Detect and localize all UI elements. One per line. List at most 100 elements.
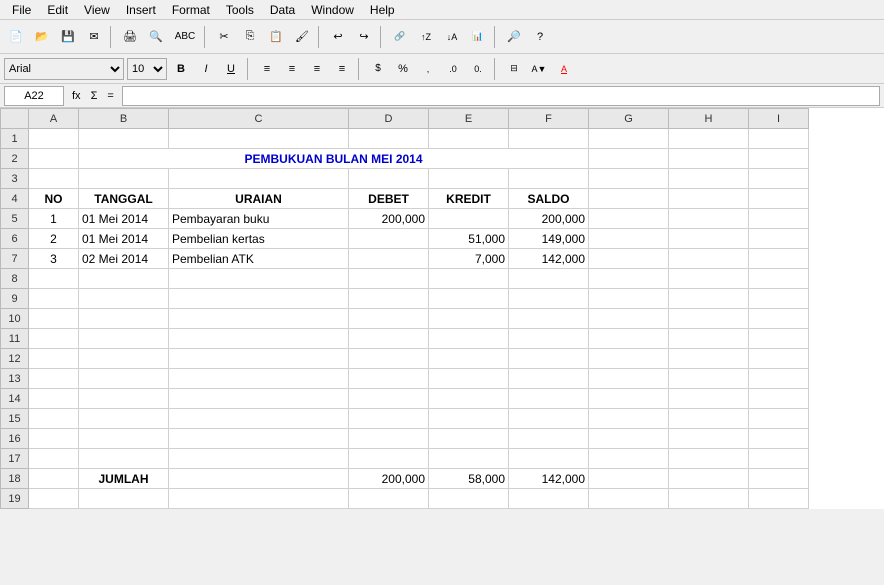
align-right-btn[interactable]: ≡ (306, 58, 328, 80)
cell-I11[interactable] (749, 329, 809, 349)
cell-I13[interactable] (749, 369, 809, 389)
cell-I17[interactable] (749, 449, 809, 469)
cell-H14[interactable] (669, 389, 749, 409)
cell-A2[interactable] (29, 149, 79, 169)
italic-button[interactable]: I (195, 58, 217, 80)
email-btn[interactable]: ✉ (82, 25, 106, 49)
cell-A9[interactable] (29, 289, 79, 309)
cell-E10[interactable] (429, 309, 509, 329)
cell-E6[interactable]: 51,000 (429, 229, 509, 249)
cell-I14[interactable] (749, 389, 809, 409)
cell-H1[interactable] (669, 129, 749, 149)
cell-D12[interactable] (349, 349, 429, 369)
increase-decimal-btn[interactable]: .0 (442, 58, 464, 80)
cell-F14[interactable] (509, 389, 589, 409)
cell-F16[interactable] (509, 429, 589, 449)
cell-D9[interactable] (349, 289, 429, 309)
cell-A18[interactable] (29, 469, 79, 489)
col-header-G[interactable]: G (589, 109, 669, 129)
col-header-F[interactable]: F (509, 109, 589, 129)
cell-I7[interactable] (749, 249, 809, 269)
cell-H8[interactable] (669, 269, 749, 289)
cell-G4[interactable] (589, 189, 669, 209)
cell-A11[interactable] (29, 329, 79, 349)
cell-G2[interactable] (589, 149, 669, 169)
cell-F3[interactable] (509, 169, 589, 189)
cell-C6[interactable]: Pembelian kertas (169, 229, 349, 249)
cell-D13[interactable] (349, 369, 429, 389)
menu-data[interactable]: Data (262, 1, 303, 19)
cell-F9[interactable] (509, 289, 589, 309)
cell-I4[interactable] (749, 189, 809, 209)
cell-I1[interactable] (749, 129, 809, 149)
decrease-decimal-btn[interactable]: 0. (467, 58, 489, 80)
cell-C19[interactable] (169, 489, 349, 509)
cell-B9[interactable] (79, 289, 169, 309)
cell-B11[interactable] (79, 329, 169, 349)
cell-C13[interactable] (169, 369, 349, 389)
cell-G6[interactable] (589, 229, 669, 249)
equals-icon[interactable]: = (103, 89, 117, 103)
cell-A8[interactable] (29, 269, 79, 289)
cell-F12[interactable] (509, 349, 589, 369)
cell-H11[interactable] (669, 329, 749, 349)
align-center-btn[interactable]: ≡ (281, 58, 303, 80)
cell-E14[interactable] (429, 389, 509, 409)
title-cell[interactable]: PEMBUKUAN BULAN MEI 2014 (79, 149, 589, 169)
cell-E8[interactable] (429, 269, 509, 289)
menu-tools[interactable]: Tools (218, 1, 262, 19)
cell-E13[interactable] (429, 369, 509, 389)
cell-H13[interactable] (669, 369, 749, 389)
menu-insert[interactable]: Insert (118, 1, 164, 19)
col-header-I[interactable]: I (749, 109, 809, 129)
cell-C3[interactable] (169, 169, 349, 189)
col-header-B[interactable]: B (79, 109, 169, 129)
hyperlink-btn[interactable]: 🔗 (388, 25, 412, 49)
cell-D5[interactable]: 200,000 (349, 209, 429, 229)
cell-G7[interactable] (589, 249, 669, 269)
cell-G15[interactable] (589, 409, 669, 429)
cut-btn[interactable]: ✂ (212, 25, 236, 49)
cell-E1[interactable] (429, 129, 509, 149)
header-debet[interactable]: DEBET (349, 189, 429, 209)
cell-H5[interactable] (669, 209, 749, 229)
cell-G11[interactable] (589, 329, 669, 349)
cell-F5[interactable]: 200,000 (509, 209, 589, 229)
col-header-A[interactable]: A (29, 109, 79, 129)
cell-C9[interactable] (169, 289, 349, 309)
cell-E12[interactable] (429, 349, 509, 369)
cell-I9[interactable] (749, 289, 809, 309)
cell-H17[interactable] (669, 449, 749, 469)
menu-format[interactable]: Format (164, 1, 218, 19)
cell-D6[interactable] (349, 229, 429, 249)
menu-view[interactable]: View (76, 1, 118, 19)
chart-btn[interactable]: 📊 (466, 25, 490, 49)
cell-G12[interactable] (589, 349, 669, 369)
cell-G18[interactable] (589, 469, 669, 489)
bold-button[interactable]: B (170, 58, 192, 80)
cell-D8[interactable] (349, 269, 429, 289)
save-btn[interactable]: 💾 (56, 25, 80, 49)
cell-E15[interactable] (429, 409, 509, 429)
preview-btn[interactable]: 🔍 (144, 25, 168, 49)
col-header-D[interactable]: D (349, 109, 429, 129)
formula-input[interactable] (122, 86, 880, 106)
cell-H6[interactable] (669, 229, 749, 249)
cell-D1[interactable] (349, 129, 429, 149)
font-name-select[interactable]: Arial (4, 58, 124, 80)
cell-H2[interactable] (669, 149, 749, 169)
new-btn[interactable]: 📄 (4, 25, 28, 49)
cell-E9[interactable] (429, 289, 509, 309)
cell-B10[interactable] (79, 309, 169, 329)
menu-file[interactable]: File (4, 1, 39, 19)
cell-D17[interactable] (349, 449, 429, 469)
cell-E19[interactable] (429, 489, 509, 509)
cell-B19[interactable] (79, 489, 169, 509)
cell-E16[interactable] (429, 429, 509, 449)
redo-btn[interactable]: ↪ (352, 25, 376, 49)
sort-asc-btn[interactable]: ↑Z (414, 25, 438, 49)
cell-B5[interactable]: 01 Mei 2014 (79, 209, 169, 229)
cell-C7[interactable]: Pembelian ATK (169, 249, 349, 269)
cell-B1[interactable] (79, 129, 169, 149)
cell-I15[interactable] (749, 409, 809, 429)
